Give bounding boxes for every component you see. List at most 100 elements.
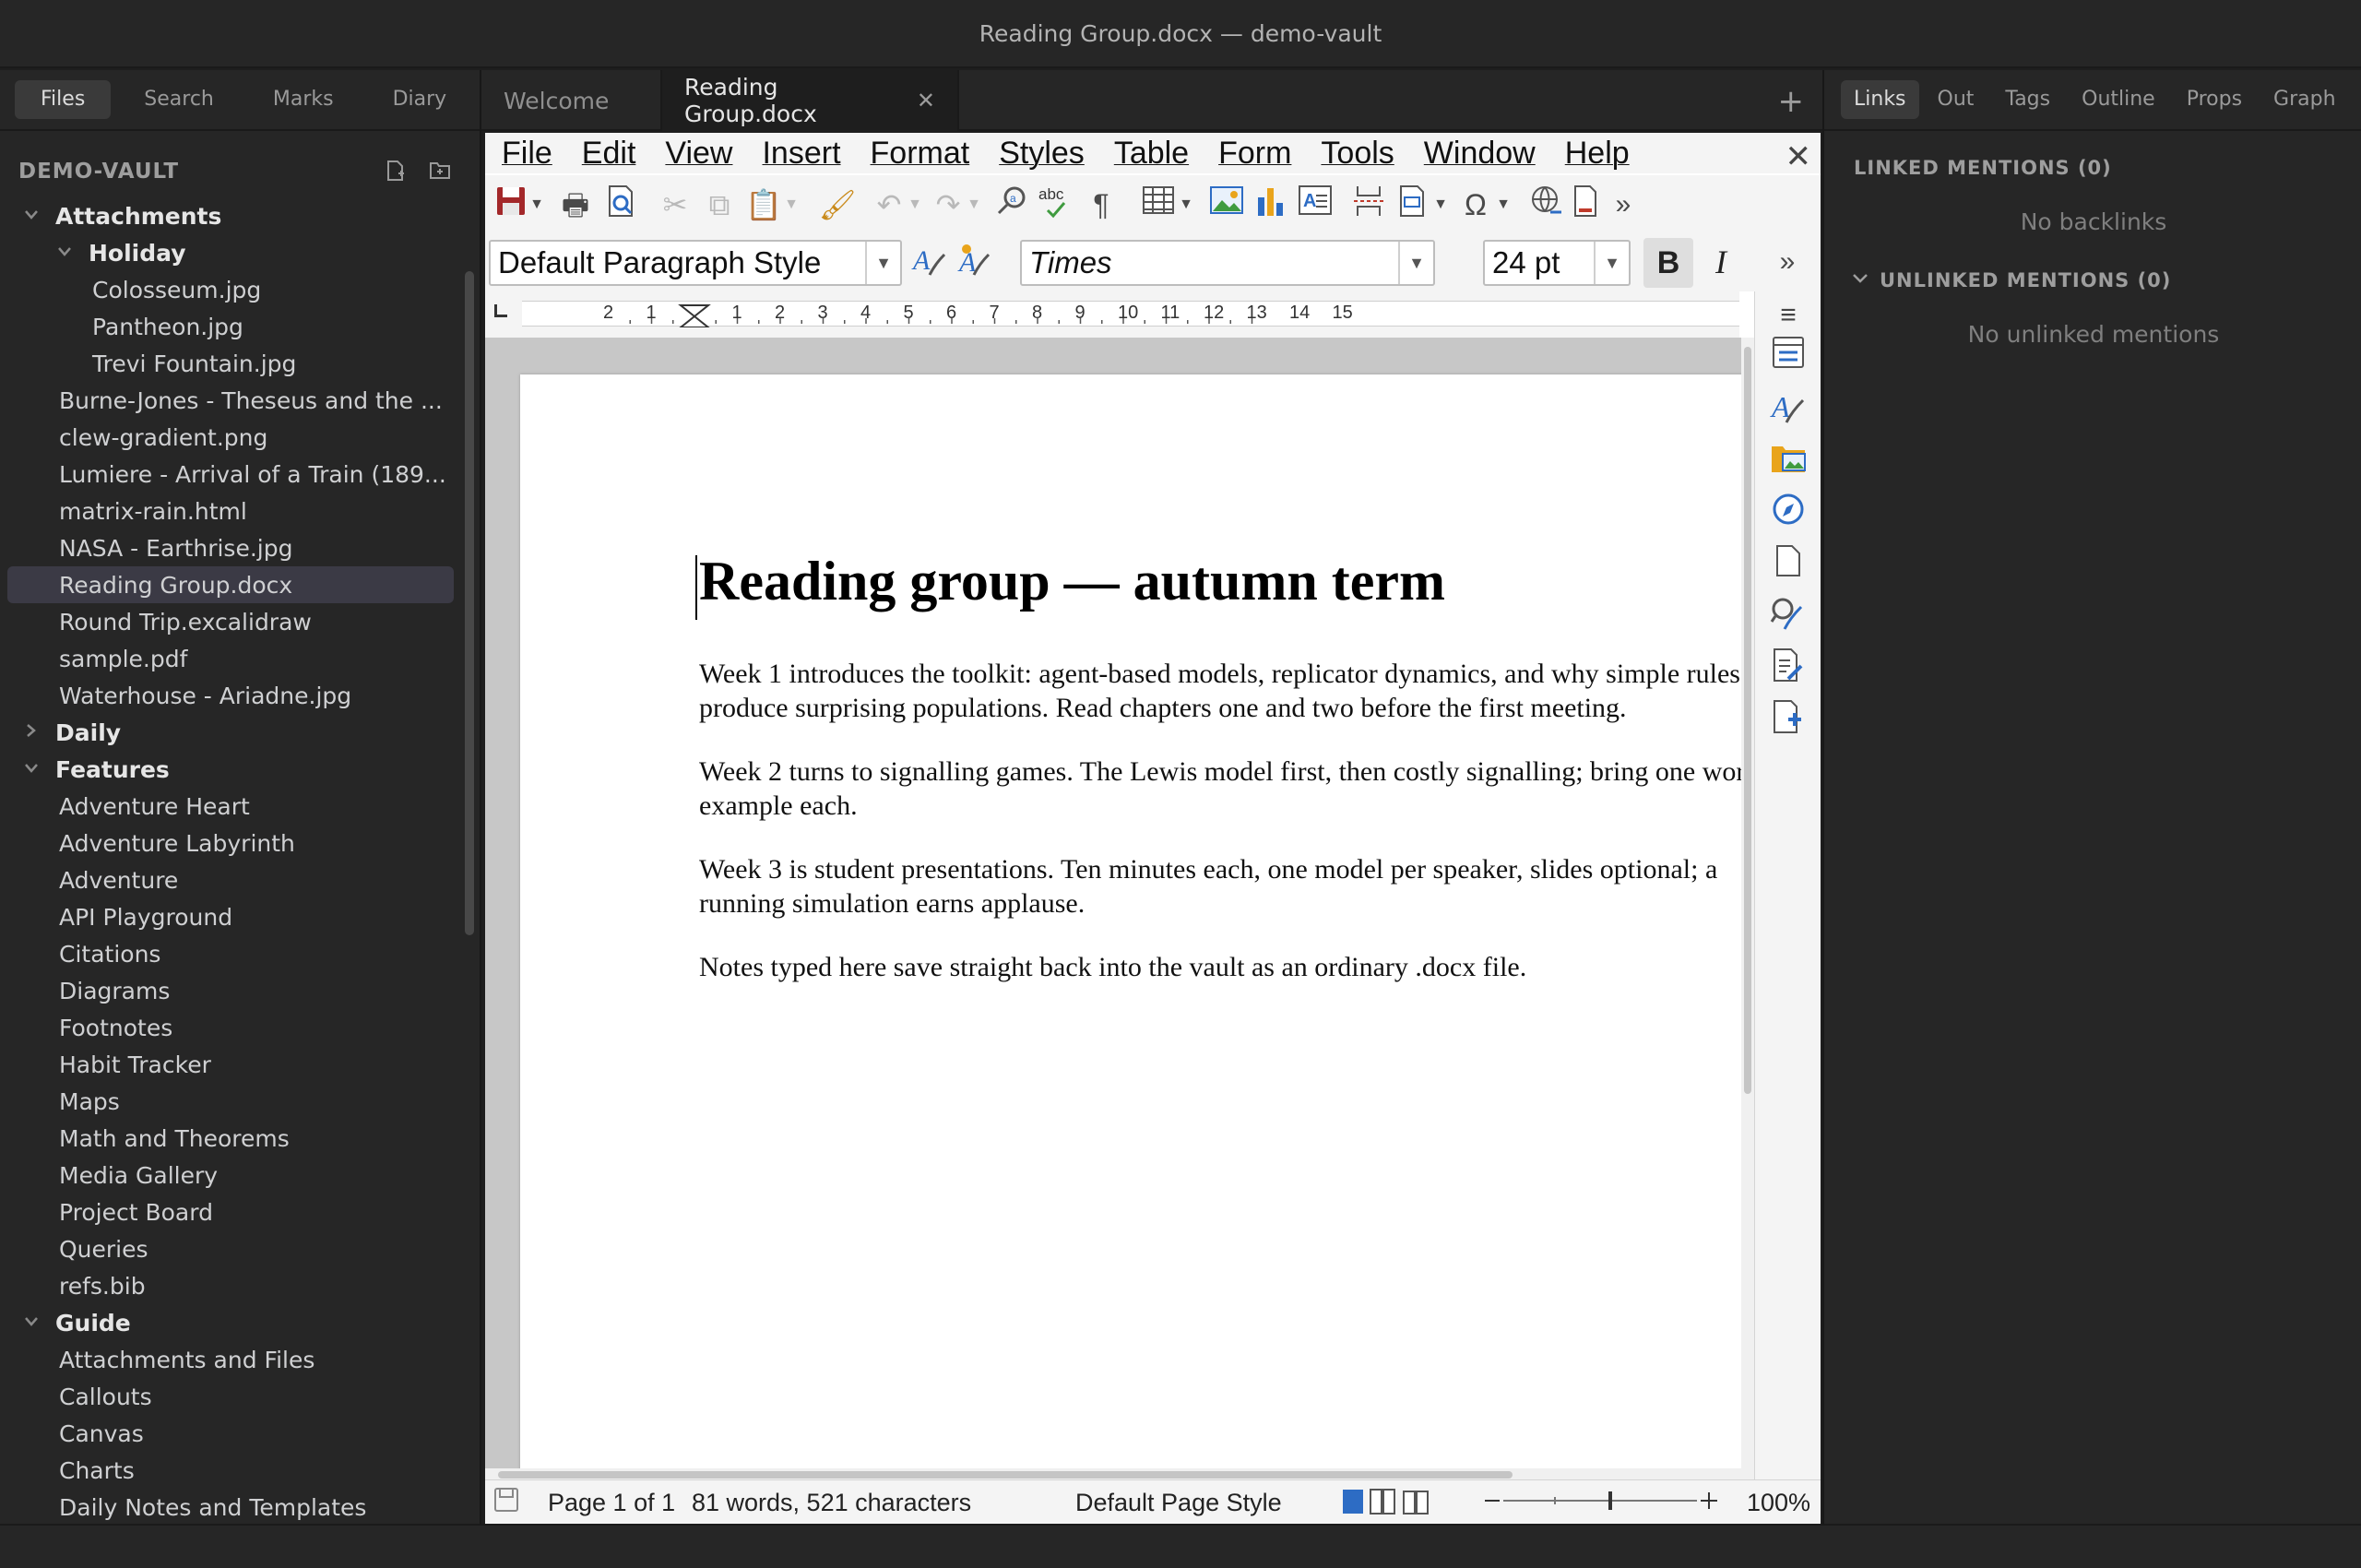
paste-icon[interactable]: 📋 xyxy=(743,184,784,225)
file-item[interactable]: Charts xyxy=(0,1452,461,1489)
sidebar-menu-icon[interactable]: ≡ xyxy=(1770,297,1807,334)
tab-graph[interactable]: Graph xyxy=(2260,80,2348,119)
zoom-slider[interactable] xyxy=(1481,1480,1721,1524)
folder-item[interactable]: Holiday xyxy=(0,234,461,271)
file-item[interactable]: Adventure xyxy=(0,861,461,898)
new-folder-icon[interactable] xyxy=(428,160,452,184)
file-item[interactable]: sample.pdf xyxy=(0,640,461,677)
tab-diary[interactable]: Diary xyxy=(367,80,473,119)
formatting-overflow-icon[interactable]: » xyxy=(1767,242,1808,282)
tab-files[interactable]: Files xyxy=(15,80,112,119)
save-icon[interactable] xyxy=(491,184,531,225)
menu-view[interactable]: View xyxy=(665,136,732,172)
tab-links[interactable]: Links xyxy=(1841,80,1919,119)
special-character-icon[interactable]: Ω xyxy=(1455,184,1496,225)
menu-insert[interactable]: Insert xyxy=(762,136,840,172)
vertical-scrollbar[interactable] xyxy=(1741,338,1754,1494)
menu-tools[interactable]: Tools xyxy=(1321,136,1394,172)
file-item[interactable]: NASA - Earthrise.jpg xyxy=(0,529,461,566)
single-page-view-icon[interactable] xyxy=(1341,1488,1365,1522)
file-item[interactable]: Adventure Heart xyxy=(0,788,461,825)
file-item[interactable]: Attachments and Files xyxy=(0,1341,461,1378)
file-item[interactable]: Lumiere - Arrival of a Train (189... xyxy=(0,456,461,493)
insert-footnote-icon[interactable] xyxy=(1566,184,1607,225)
chevron-down-icon[interactable]: ▼ xyxy=(1594,242,1629,284)
word-count[interactable]: 81 words, 521 characters xyxy=(692,1489,971,1517)
book-view-icon[interactable] xyxy=(1402,1488,1430,1522)
file-item[interactable]: Maps xyxy=(0,1083,461,1120)
file-item[interactable]: Callouts xyxy=(0,1378,461,1415)
tab-welcome[interactable]: Welcome xyxy=(481,70,662,131)
menu-edit[interactable]: Edit xyxy=(582,136,636,172)
chevron-down-icon[interactable] xyxy=(55,244,74,262)
insert-hyperlink-icon[interactable] xyxy=(1527,184,1568,225)
file-item[interactable]: refs.bib xyxy=(0,1267,461,1304)
paste-dropdown-icon[interactable]: ▼ xyxy=(782,184,801,225)
multi-page-view-icon[interactable] xyxy=(1369,1488,1396,1522)
gallery-icon[interactable] xyxy=(1770,441,1807,478)
file-item[interactable]: Daily Notes and Templates xyxy=(0,1489,461,1524)
close-document-icon[interactable]: ✕ xyxy=(1786,138,1812,175)
undo-dropdown-icon[interactable]: ▼ xyxy=(906,184,924,225)
tab-search[interactable]: Search xyxy=(118,80,240,119)
style-inspector-icon[interactable] xyxy=(1770,596,1807,633)
properties-icon[interactable] xyxy=(1770,336,1807,373)
horizontal-scroll-thumb[interactable] xyxy=(498,1471,1513,1479)
left-sidebar-scrollbar[interactable] xyxy=(465,271,474,935)
font-size-select[interactable]: 24 pt ▼ xyxy=(1483,240,1631,286)
menu-styles[interactable]: Styles xyxy=(999,136,1085,172)
design-icon[interactable] xyxy=(1770,699,1807,736)
file-item[interactable]: API Playground xyxy=(0,898,461,935)
folder-item[interactable]: Attachments xyxy=(0,197,461,234)
menu-help[interactable]: Help xyxy=(1565,136,1630,172)
formatting-marks-icon[interactable]: ¶ xyxy=(1081,184,1121,225)
redo-icon[interactable]: ↷ xyxy=(928,184,968,225)
menu-file[interactable]: File xyxy=(502,136,552,172)
file-item[interactable]: Pantheon.jpg xyxy=(0,308,461,345)
file-item[interactable]: clew-gradient.png xyxy=(0,419,461,456)
tab-marks[interactable]: Marks xyxy=(247,80,360,119)
file-item[interactable]: Waterhouse - Ariadne.jpg xyxy=(0,677,461,714)
cut-icon[interactable]: ✂ xyxy=(655,184,695,225)
file-item[interactable]: matrix-rain.html xyxy=(0,493,461,529)
file-item[interactable]: Math and Theorems xyxy=(0,1120,461,1157)
file-item[interactable]: Project Board xyxy=(0,1194,461,1230)
new-file-icon[interactable] xyxy=(384,160,408,184)
zoom-level[interactable]: 100% xyxy=(1747,1489,1810,1517)
tab-reading-group[interactable]: Reading Group.docx ✕ xyxy=(662,70,959,131)
document-paragraph-4[interactable]: Notes typed here save straight back into… xyxy=(699,950,1741,984)
special-character-dropdown-icon[interactable]: ▼ xyxy=(1494,184,1513,225)
tab-outline[interactable]: Outline xyxy=(2069,80,2168,119)
file-item[interactable]: Citations xyxy=(0,935,461,972)
update-style-icon[interactable]: A xyxy=(909,242,950,282)
file-item[interactable]: Trevi Fountain.jpg xyxy=(0,345,461,382)
file-item[interactable]: Adventure Labyrinth xyxy=(0,825,461,861)
file-item[interactable]: Diagrams xyxy=(0,972,461,1009)
menu-table[interactable]: Table xyxy=(1114,136,1189,172)
page-icon[interactable] xyxy=(1770,544,1807,581)
insert-chart-icon[interactable] xyxy=(1251,184,1291,225)
file-item[interactable]: Footnotes xyxy=(0,1009,461,1046)
chevron-down-icon[interactable] xyxy=(22,760,41,778)
file-item[interactable]: Canvas xyxy=(0,1415,461,1452)
document-paragraph-3[interactable]: Week 3 is student presentations. Ten min… xyxy=(699,852,1741,921)
chevron-down-icon[interactable]: ▼ xyxy=(865,242,900,284)
linked-mentions-heading[interactable]: LINKED MENTIONS (0) xyxy=(1854,157,2112,179)
find-replace-icon[interactable]: a xyxy=(992,184,1033,225)
field-dropdown-icon[interactable]: ▼ xyxy=(1431,184,1450,225)
insert-textbox-icon[interactable]: A xyxy=(1295,184,1335,225)
close-tab-icon[interactable]: ✕ xyxy=(917,88,935,113)
page-count[interactable]: Page 1 of 1 xyxy=(548,1489,675,1517)
save-dropdown-icon[interactable]: ▼ xyxy=(528,184,546,225)
new-tab-icon[interactable]: + xyxy=(1778,83,1805,120)
menu-form[interactable]: Form xyxy=(1218,136,1291,172)
vertical-scroll-thumb[interactable] xyxy=(1744,347,1751,1094)
document-modified-icon[interactable] xyxy=(492,1486,520,1520)
menu-format[interactable]: Format xyxy=(871,136,970,172)
file-item[interactable]: Colosseum.jpg xyxy=(0,271,461,308)
print-icon[interactable]: 🖶 xyxy=(555,184,596,225)
horizontal-ruler[interactable]: 2 1 1 2 3 4 5 6 7 8 9 10 11 12 13 14 15 xyxy=(485,291,1739,338)
chevron-down-icon[interactable] xyxy=(22,1313,41,1332)
chevron-down-icon[interactable] xyxy=(22,207,41,225)
paragraph-style-select[interactable]: Default Paragraph Style ▼ xyxy=(489,240,902,286)
